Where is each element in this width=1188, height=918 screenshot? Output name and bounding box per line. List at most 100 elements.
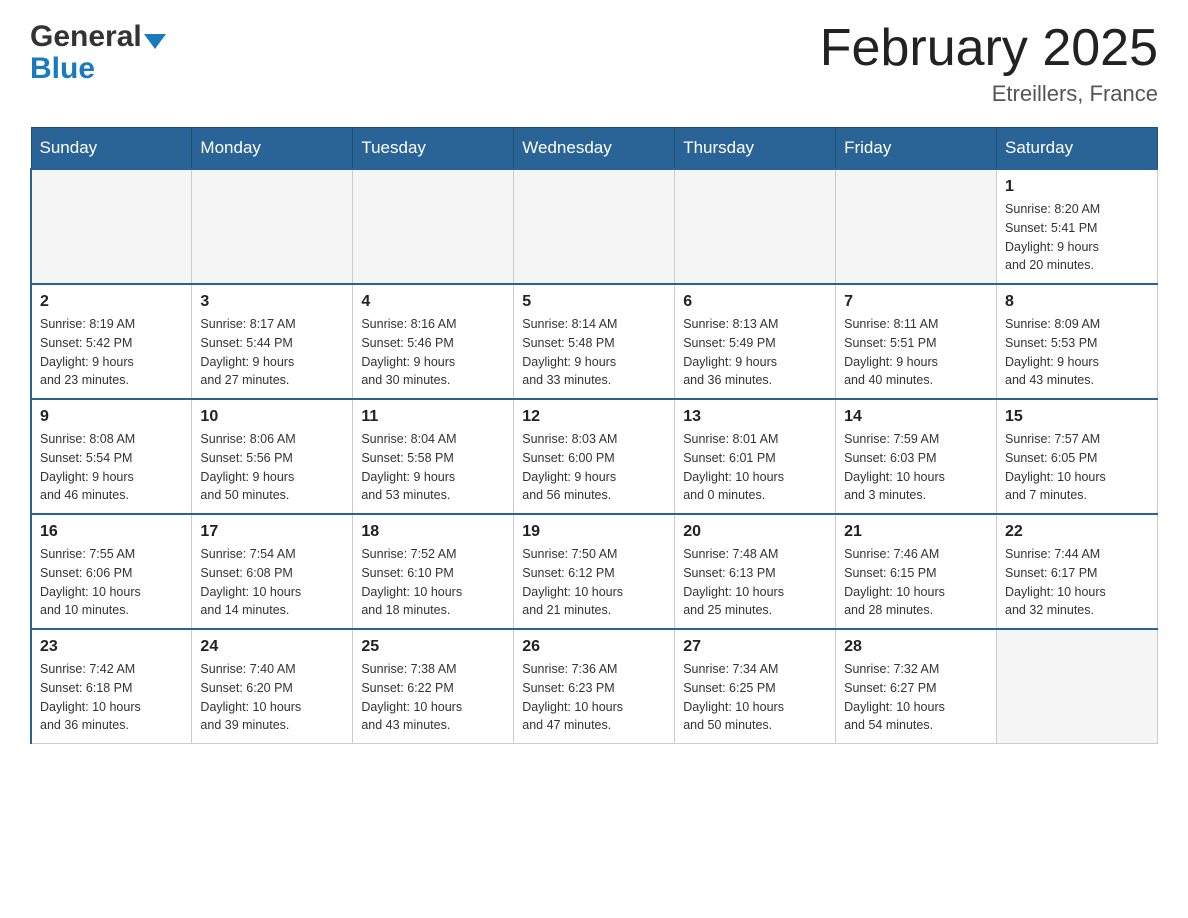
day-number: 2 xyxy=(40,293,183,311)
day-number: 28 xyxy=(844,638,988,656)
calendar-cell: 24 Sunrise: 7:40 AMSunset: 6:20 PMDayligh… xyxy=(192,629,353,744)
day-info: Sunrise: 8:03 AMSunset: 6:00 PMDaylight:… xyxy=(522,430,666,505)
logo-general-text: General xyxy=(30,20,142,54)
calendar-cell: 6Sunrise: 8:13 AMSunset: 5:49 PMDaylight… xyxy=(675,284,836,399)
logo-blue-text: Blue xyxy=(30,54,95,84)
calendar-cell xyxy=(353,169,514,284)
page-header: General Blue February 2025 Etreillers, F… xyxy=(30,20,1158,107)
calendar-cell: 21 Sunrise: 7:46 AMSunset: 6:15 PMDayligh… xyxy=(836,514,997,629)
day-number: 17 xyxy=(200,523,344,541)
calendar-cell: 7 Sunrise: 8:11 AMSunset: 5:51 PMDaylight… xyxy=(836,284,997,399)
day-info: Sunrise: 8:14 AMSunset: 5:48 PMDaylight:… xyxy=(522,315,666,390)
header-saturday: Saturday xyxy=(997,128,1158,170)
logo-triangle-icon xyxy=(144,34,166,49)
day-number: 15 xyxy=(1005,408,1149,426)
day-info: Sunrise: 7:48 AMSunset: 6:13 PMDaylight:… xyxy=(683,545,827,620)
calendar-cell: 8 Sunrise: 8:09 AMSunset: 5:53 PMDaylight… xyxy=(997,284,1158,399)
day-info: Sunrise: 8:09 AMSunset: 5:53 PMDaylight:… xyxy=(1005,315,1149,390)
week-row-3: 9Sunrise: 8:08 AMSunset: 5:54 PMDaylight… xyxy=(31,399,1158,514)
header-tuesday: Tuesday xyxy=(353,128,514,170)
day-info: Sunrise: 8:04 AMSunset: 5:58 PMDaylight:… xyxy=(361,430,505,505)
day-number: 11 xyxy=(361,408,505,426)
calendar-cell: 16 Sunrise: 7:55 AMSunset: 6:06 PMDayligh… xyxy=(31,514,192,629)
location-text: Etreillers, France xyxy=(820,81,1158,107)
day-info: Sunrise: 7:54 AMSunset: 6:08 PMDaylight:… xyxy=(200,545,344,620)
calendar-cell xyxy=(836,169,997,284)
month-title: February 2025 xyxy=(820,20,1158,77)
week-row-2: 2 Sunrise: 8:19 AMSunset: 5:42 PMDaylight… xyxy=(31,284,1158,399)
day-number: 8 xyxy=(1005,293,1149,311)
day-info: Sunrise: 7:40 AMSunset: 6:20 PMDaylight:… xyxy=(200,660,344,735)
day-info: Sunrise: 8:01 AMSunset: 6:01 PMDaylight:… xyxy=(683,430,827,505)
day-info: Sunrise: 7:36 AMSunset: 6:23 PMDaylight:… xyxy=(522,660,666,735)
header-monday: Monday xyxy=(192,128,353,170)
calendar-cell: 10 Sunrise: 8:06 AMSunset: 5:56 PMDayligh… xyxy=(192,399,353,514)
day-number: 6 xyxy=(683,293,827,311)
day-info: Sunrise: 7:44 AMSunset: 6:17 PMDaylight:… xyxy=(1005,545,1149,620)
day-number: 25 xyxy=(361,638,505,656)
day-number: 7 xyxy=(844,293,988,311)
day-number: 16 xyxy=(40,523,183,541)
day-number: 26 xyxy=(522,638,666,656)
calendar-table: Sunday Monday Tuesday Wednesday Thursday… xyxy=(30,127,1158,744)
calendar-cell: 11 Sunrise: 8:04 AMSunset: 5:58 PMDayligh… xyxy=(353,399,514,514)
title-area: February 2025 Etreillers, France xyxy=(820,20,1158,107)
calendar-cell: 18 Sunrise: 7:52 AMSunset: 6:10 PMDayligh… xyxy=(353,514,514,629)
day-info: Sunrise: 7:38 AMSunset: 6:22 PMDaylight:… xyxy=(361,660,505,735)
calendar-cell: 23Sunrise: 7:42 AMSunset: 6:18 PMDayligh… xyxy=(31,629,192,744)
calendar-cell: 17 Sunrise: 7:54 AMSunset: 6:08 PMDayligh… xyxy=(192,514,353,629)
calendar-cell xyxy=(192,169,353,284)
day-info: Sunrise: 7:46 AMSunset: 6:15 PMDaylight:… xyxy=(844,545,988,620)
calendar-cell: 9Sunrise: 8:08 AMSunset: 5:54 PMDaylight… xyxy=(31,399,192,514)
calendar-cell xyxy=(514,169,675,284)
week-row-4: 16 Sunrise: 7:55 AMSunset: 6:06 PMDayligh… xyxy=(31,514,1158,629)
day-number: 1 xyxy=(1005,178,1149,196)
logo-general-row: General xyxy=(30,20,166,54)
calendar-cell: 15 Sunrise: 7:57 AMSunset: 6:05 PMDayligh… xyxy=(997,399,1158,514)
day-info: Sunrise: 7:50 AMSunset: 6:12 PMDaylight:… xyxy=(522,545,666,620)
day-number: 23 xyxy=(40,638,183,656)
calendar-cell: 20 Sunrise: 7:48 AMSunset: 6:13 PMDayligh… xyxy=(675,514,836,629)
day-info: Sunrise: 8:08 AMSunset: 5:54 PMDaylight:… xyxy=(40,430,183,505)
calendar-cell xyxy=(31,169,192,284)
day-number: 4 xyxy=(361,293,505,311)
day-info: Sunrise: 8:16 AMSunset: 5:46 PMDaylight:… xyxy=(361,315,505,390)
day-info: Sunrise: 7:55 AMSunset: 6:06 PMDaylight:… xyxy=(40,545,183,620)
calendar-cell xyxy=(675,169,836,284)
calendar-cell: 13 Sunrise: 8:01 AMSunset: 6:01 PMDayligh… xyxy=(675,399,836,514)
day-number: 5 xyxy=(522,293,666,311)
day-number: 3 xyxy=(200,293,344,311)
calendar-cell: 25 Sunrise: 7:38 AMSunset: 6:22 PMDayligh… xyxy=(353,629,514,744)
calendar-cell: 22 Sunrise: 7:44 AMSunset: 6:17 PMDayligh… xyxy=(997,514,1158,629)
day-number: 18 xyxy=(361,523,505,541)
calendar-cell: 5 Sunrise: 8:14 AMSunset: 5:48 PMDaylight… xyxy=(514,284,675,399)
calendar-cell: 26 Sunrise: 7:36 AMSunset: 6:23 PMDayligh… xyxy=(514,629,675,744)
calendar-cell: 19 Sunrise: 7:50 AMSunset: 6:12 PMDayligh… xyxy=(514,514,675,629)
day-info: Sunrise: 7:34 AMSunset: 6:25 PMDaylight:… xyxy=(683,660,827,735)
day-number: 19 xyxy=(522,523,666,541)
day-number: 22 xyxy=(1005,523,1149,541)
calendar-cell xyxy=(997,629,1158,744)
calendar-cell: 1Sunrise: 8:20 AMSunset: 5:41 PMDaylight… xyxy=(997,169,1158,284)
day-info: Sunrise: 7:57 AMSunset: 6:05 PMDaylight:… xyxy=(1005,430,1149,505)
day-number: 20 xyxy=(683,523,827,541)
weekday-header-row: Sunday Monday Tuesday Wednesday Thursday… xyxy=(31,128,1158,170)
week-row-1: 1Sunrise: 8:20 AMSunset: 5:41 PMDaylight… xyxy=(31,169,1158,284)
logo: General Blue xyxy=(30,20,166,84)
day-info: Sunrise: 8:11 AMSunset: 5:51 PMDaylight:… xyxy=(844,315,988,390)
day-info: Sunrise: 8:19 AMSunset: 5:42 PMDaylight:… xyxy=(40,315,183,390)
day-number: 10 xyxy=(200,408,344,426)
day-info: Sunrise: 7:32 AMSunset: 6:27 PMDaylight:… xyxy=(844,660,988,735)
day-info: Sunrise: 7:59 AMSunset: 6:03 PMDaylight:… xyxy=(844,430,988,505)
day-number: 24 xyxy=(200,638,344,656)
day-info: Sunrise: 8:06 AMSunset: 5:56 PMDaylight:… xyxy=(200,430,344,505)
day-number: 21 xyxy=(844,523,988,541)
header-thursday: Thursday xyxy=(675,128,836,170)
calendar-cell: 14Sunrise: 7:59 AMSunset: 6:03 PMDayligh… xyxy=(836,399,997,514)
calendar-cell: 12 Sunrise: 8:03 AMSunset: 6:00 PMDayligh… xyxy=(514,399,675,514)
day-info: Sunrise: 8:17 AMSunset: 5:44 PMDaylight:… xyxy=(200,315,344,390)
day-number: 13 xyxy=(683,408,827,426)
day-info: Sunrise: 7:52 AMSunset: 6:10 PMDaylight:… xyxy=(361,545,505,620)
day-number: 12 xyxy=(522,408,666,426)
calendar-cell: 3 Sunrise: 8:17 AMSunset: 5:44 PMDaylight… xyxy=(192,284,353,399)
